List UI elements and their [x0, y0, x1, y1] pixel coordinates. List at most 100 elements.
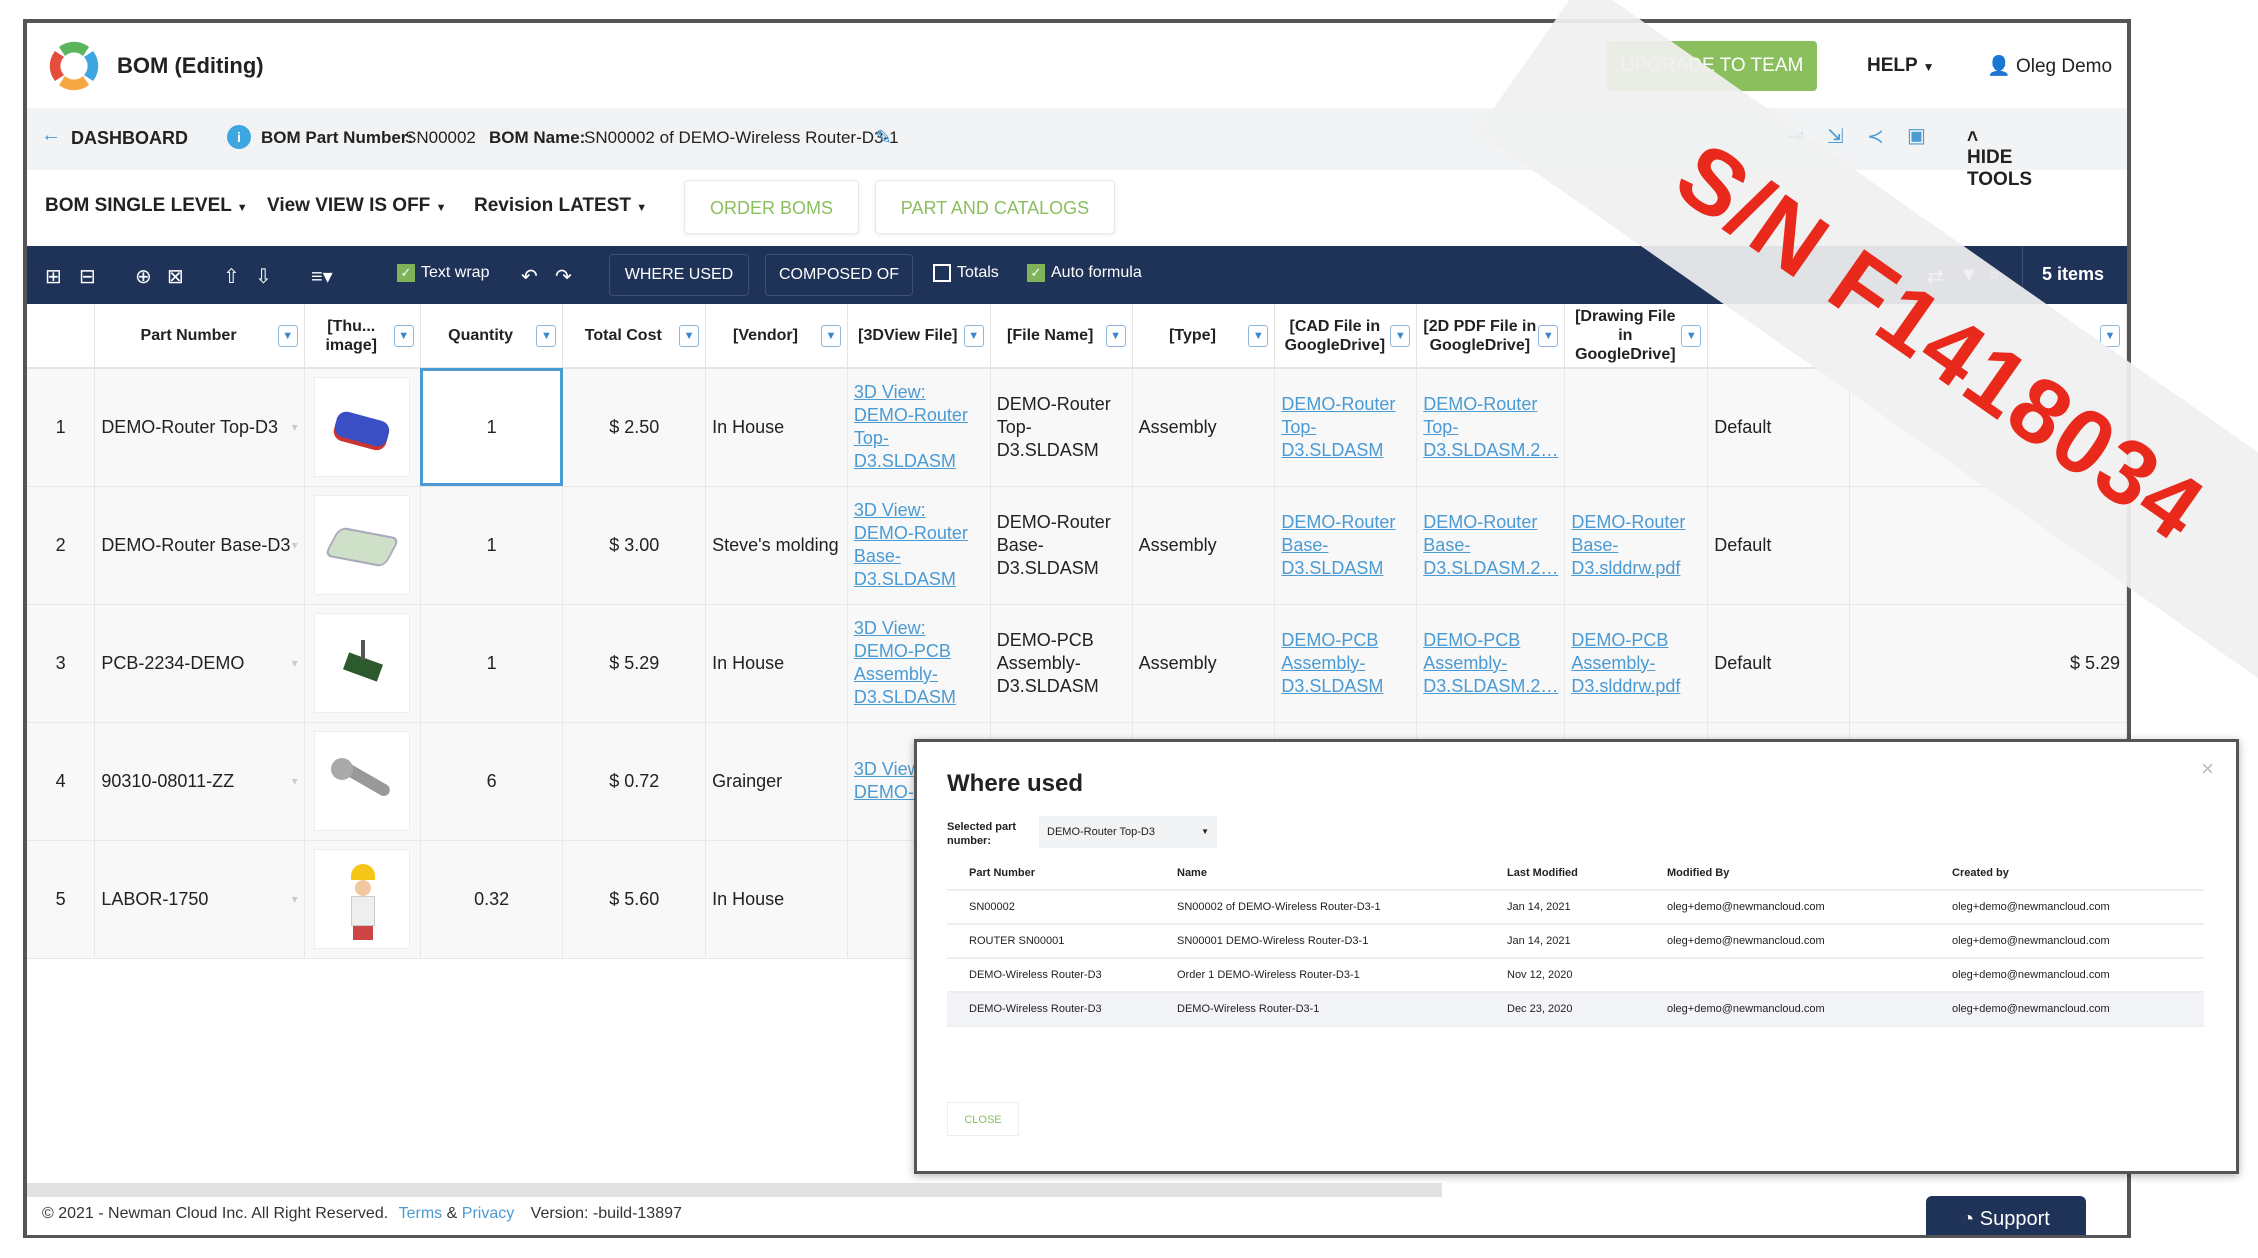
column-header[interactable]: [Drawing File in GoogleDrive] ▼ — [1564, 304, 1709, 369]
delete-row-icon[interactable]: ⊟ — [79, 264, 96, 289]
column-header[interactable]: [File Name] ▼ — [990, 304, 1133, 369]
file-link[interactable]: DEMO-Router Top-D3.SLDASM.2… — [1423, 394, 1558, 460]
table-cell[interactable]: 1 — [420, 368, 564, 487]
table-cell[interactable]: DEMO-Router Top-D3.SLDASM — [1274, 368, 1418, 487]
table-cell[interactable]: In House — [705, 368, 848, 487]
table-cell[interactable]: 4 — [27, 722, 96, 841]
revision-dropdown[interactable]: Revision LATEST ▼ — [474, 195, 647, 217]
table-cell[interactable]: DEMO-PCB Assembly-D3.SLDASM — [1274, 604, 1418, 723]
table-cell[interactable]: 0.32 — [420, 840, 564, 959]
table-cell[interactable]: 1 — [420, 486, 564, 605]
terms-link[interactable]: Terms — [399, 1205, 443, 1222]
column-header[interactable]: [Type] ▼ — [1132, 304, 1276, 369]
totals-checkbox[interactable]: Totals — [933, 264, 999, 282]
file-link[interactable]: DEMO-PCB Assembly-D3.slddrw.pdf — [1571, 630, 1680, 696]
add-column-icon[interactable]: ⊕ — [135, 264, 152, 289]
file-link[interactable]: DEMO-PCB Assembly-D3.SLDASM — [1281, 630, 1383, 696]
table-cell[interactable]: DEMO-PCB Assembly-D3.slddrw.pdf — [1564, 604, 1709, 723]
file-link[interactable]: 3D View: DEMO-PCB Assembly-D3.SLDASM — [854, 618, 956, 707]
column-header[interactable]: [CAD File in GoogleDrive] ▼ — [1274, 304, 1418, 369]
table-cell[interactable]: Default — [1707, 368, 1850, 487]
table-row[interactable]: 3 PCB-2234-DEMO ▾ 1 $ 5.29 In House 3D View: … — [27, 604, 2127, 723]
selected-part-dropdown[interactable]: DEMO-Router Top-D3 ▼ — [1039, 816, 1217, 848]
table-cell[interactable]: 2 — [27, 486, 96, 605]
table-cell[interactable] — [1564, 368, 1709, 487]
table-cell[interactable]: In House — [705, 840, 848, 959]
export-icon[interactable]: ⇲ — [1827, 124, 1844, 149]
share-icon[interactable]: ≺ — [1867, 124, 1884, 149]
column-header[interactable]: [3DView File] ▼ — [847, 304, 991, 369]
column-filter-icon[interactable]: ▼ — [277, 325, 298, 347]
table-cell[interactable]: Default — [1707, 486, 1850, 605]
table-cell[interactable]: DEMO-Router Base-D3.SLDASM — [1274, 486, 1418, 605]
column-filter-icon[interactable]: ▼ — [1681, 325, 1702, 347]
table-cell[interactable]: 3 — [27, 604, 96, 723]
column-header[interactable] — [27, 304, 96, 369]
column-header[interactable]: Part Number ▼ — [94, 304, 305, 369]
table-cell[interactable]: DEMO-Router Base-D3.slddrw.pdf — [1564, 486, 1709, 605]
table-cell[interactable]: 6 — [420, 722, 564, 841]
table-cell[interactable]: 1 — [420, 604, 564, 723]
file-link[interactable]: DEMO-Router Base-D3.SLDASM — [1281, 512, 1395, 578]
column-header[interactable]: Quantity ▼ — [420, 304, 564, 369]
where-used-row[interactable]: DEMO-Wireless Router-D3 Order 1 DEMO-Wire… — [947, 958, 2204, 993]
hide-tools-button[interactable]: HIDE TOOLS ˄ — [1967, 127, 2032, 190]
table-cell[interactable]: Assembly — [1132, 486, 1276, 605]
delete-column-icon[interactable]: ⊠ — [167, 264, 184, 289]
privacy-link[interactable]: Privacy — [462, 1205, 514, 1222]
caret-down-icon[interactable]: ▾ — [292, 416, 298, 439]
table-cell[interactable] — [304, 368, 421, 487]
table-row[interactable]: 2 DEMO-Router Base-D3 ▾ 1 $ 3.00 Steve's mol… — [27, 486, 2127, 605]
table-cell[interactable]: $ 2.50 — [562, 368, 707, 487]
file-link[interactable]: DEMO-PCB Assembly-D3.SLDASM.2… — [1423, 630, 1558, 696]
table-cell[interactable]: $ 3.00 — [562, 486, 707, 605]
column-filter-icon[interactable]: ▼ — [1248, 325, 1269, 347]
column-filter-icon[interactable]: ▼ — [393, 325, 414, 347]
horizontal-scrollbar[interactable] — [27, 1183, 1442, 1197]
column-header[interactable]: Total Cost ▼ — [562, 304, 707, 369]
table-cell[interactable] — [304, 840, 421, 959]
file-link[interactable]: 3D View: DEMO-Router Base-D3.SLDASM — [854, 500, 968, 589]
table-cell[interactable] — [304, 722, 421, 841]
table-cell[interactable]: $ 5.60 — [562, 840, 707, 959]
table-cell[interactable]: $ 5.29 — [1849, 604, 2127, 723]
table-cell[interactable]: In House — [705, 604, 848, 723]
table-cell[interactable]: DEMO-Router Base-D3.SLDASM.2… — [1416, 486, 1566, 605]
auto-formula-checkbox[interactable]: ✓ Auto formula — [1027, 264, 1142, 282]
caret-down-icon[interactable]: ▾ — [292, 534, 298, 557]
align-menu-icon[interactable]: ≡▾ — [311, 264, 333, 289]
column-header[interactable]: [2D PDF File in GoogleDrive] ▼ — [1416, 304, 1566, 369]
table-cell[interactable]: 3D View: DEMO-PCB Assembly-D3.SLDASM — [847, 604, 991, 723]
table-cell[interactable]: 90310-08011-ZZ ▾ — [94, 722, 305, 841]
column-header[interactable]: [Vendor] ▼ — [705, 304, 848, 369]
where-used-row[interactable]: ROUTER SN00001 SN00001 DEMO-Wireless Rout… — [947, 924, 2204, 959]
table-cell[interactable]: DEMO-Router Base-D3 ▾ — [94, 486, 305, 605]
edit-pencil-icon[interactable]: ✎ — [875, 125, 892, 150]
table-cell[interactable] — [304, 604, 421, 723]
move-up-icon[interactable]: ⇧ — [223, 264, 240, 289]
table-cell[interactable] — [304, 486, 421, 605]
table-row[interactable]: 1 DEMO-Router Top-D3 ▾ 1 $ 2.50 In House 3D V… — [27, 368, 2127, 487]
text-wrap-checkbox[interactable]: ✓ Text wrap — [397, 264, 489, 282]
save-icon[interactable]: ▣ — [1907, 123, 1926, 148]
table-cell[interactable]: 3D View: DEMO-Router Base-D3.SLDASM — [847, 486, 991, 605]
table-cell[interactable]: 1 — [27, 368, 96, 487]
column-filter-icon[interactable]: ▼ — [1538, 325, 1559, 347]
table-cell[interactable]: DEMO-Router Top-D3.SLDASM.2… — [1416, 368, 1566, 487]
close-icon[interactable]: × — [2201, 756, 2214, 782]
table-cell[interactable]: Assembly — [1132, 604, 1276, 723]
table-cell[interactable]: DEMO-Router Top-D3.SLDASM — [990, 368, 1133, 487]
column-filter-icon[interactable]: ▼ — [1390, 325, 1411, 347]
file-link[interactable]: DEMO-Router Base-D3.SLDASM.2… — [1423, 512, 1558, 578]
user-menu[interactable]: 👤 Oleg Demo — [1987, 54, 2112, 78]
view-dropdown[interactable]: View VIEW IS OFF ▼ — [267, 195, 446, 217]
table-cell[interactable]: 3D View: DEMO-Router Top-D3.SLDASM — [847, 368, 991, 487]
redo-icon[interactable]: ↷ — [555, 264, 572, 289]
add-row-icon[interactable]: ⊞ — [45, 264, 62, 289]
column-filter-icon[interactable]: ▼ — [679, 325, 700, 347]
where-used-button[interactable]: WHERE USED — [609, 254, 749, 296]
column-filter-icon[interactable]: ▼ — [1105, 325, 1126, 347]
file-link[interactable]: DEMO-Router Base-D3.slddrw.pdf — [1571, 512, 1685, 578]
where-used-row[interactable]: DEMO-Wireless Router-D3 DEMO-Wireless Rou… — [947, 992, 2204, 1027]
close-button[interactable]: CLOSE — [947, 1102, 1019, 1136]
